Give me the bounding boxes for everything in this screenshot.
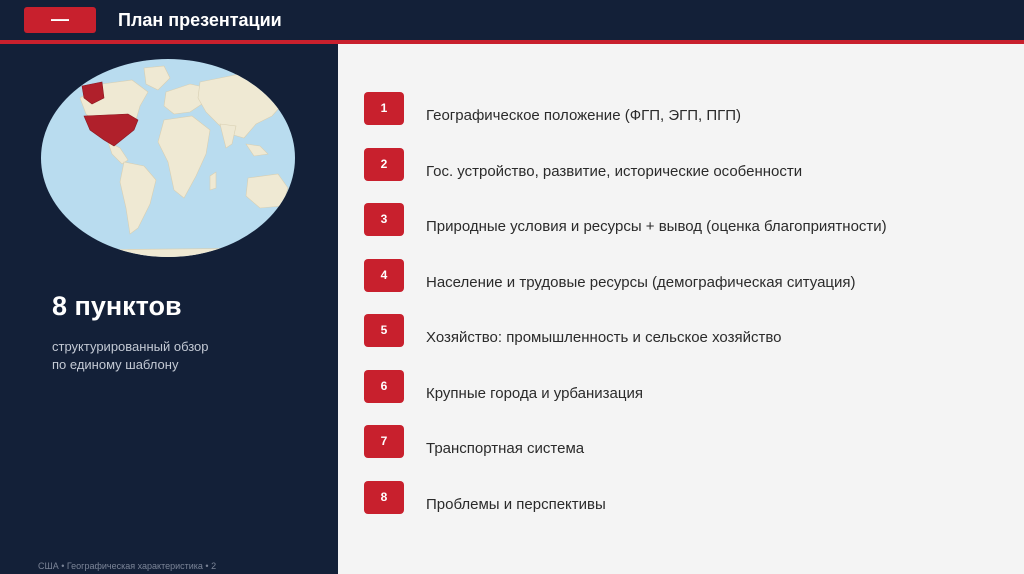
item-number-badge: 6 bbox=[364, 369, 404, 403]
items-count-subtitle: структурированный обзор по единому шабло… bbox=[52, 338, 292, 374]
items-count-title: 8 пунктов bbox=[52, 291, 182, 321]
subtitle-line-1: структурированный обзор bbox=[52, 339, 209, 354]
item-number-badge: 8 bbox=[364, 480, 404, 514]
slide-footer: США • Географическая характеристика • 2 bbox=[38, 561, 217, 571]
item-label: Проблемы и перспективы bbox=[426, 495, 606, 513]
item-label: Географическое положение (ФГП, ЭГП, ПГП) bbox=[426, 107, 742, 124]
header-bar: — План презентации bbox=[0, 0, 1024, 40]
item-label: Гос. устройство, развитие, исторические … bbox=[426, 162, 803, 180]
content-panel: 1 Географическое положение (ФГП, ЭГП, ПГ… bbox=[338, 44, 1024, 574]
item-number-badge: 5 bbox=[364, 314, 404, 347]
item-label: Население и трудовые ресурсы (демографич… bbox=[426, 273, 856, 291]
item-label: Хозяйство: промышленность и сельское хоз… bbox=[426, 329, 782, 346]
header-badge: — bbox=[24, 7, 96, 33]
item-number-badge: 1 bbox=[364, 92, 404, 125]
item-number-badge: 4 bbox=[364, 258, 404, 292]
item-number-badge: 3 bbox=[364, 203, 404, 236]
world-map-icon bbox=[41, 59, 295, 257]
item-label: Транспортная система bbox=[426, 440, 585, 457]
item-label: Крупные города и урбанизация bbox=[426, 384, 643, 402]
item-number-badge: 2 bbox=[364, 147, 404, 181]
page-title: План презентации bbox=[118, 10, 282, 30]
item-number-badge: 7 bbox=[364, 425, 404, 458]
slide: — План презентации 8 пунктов структуриро… bbox=[0, 0, 1024, 574]
item-label: Природные условия и ресурсы + вывод (оце… bbox=[426, 218, 887, 235]
subtitle-line-2: по единому шаблону bbox=[52, 357, 179, 372]
